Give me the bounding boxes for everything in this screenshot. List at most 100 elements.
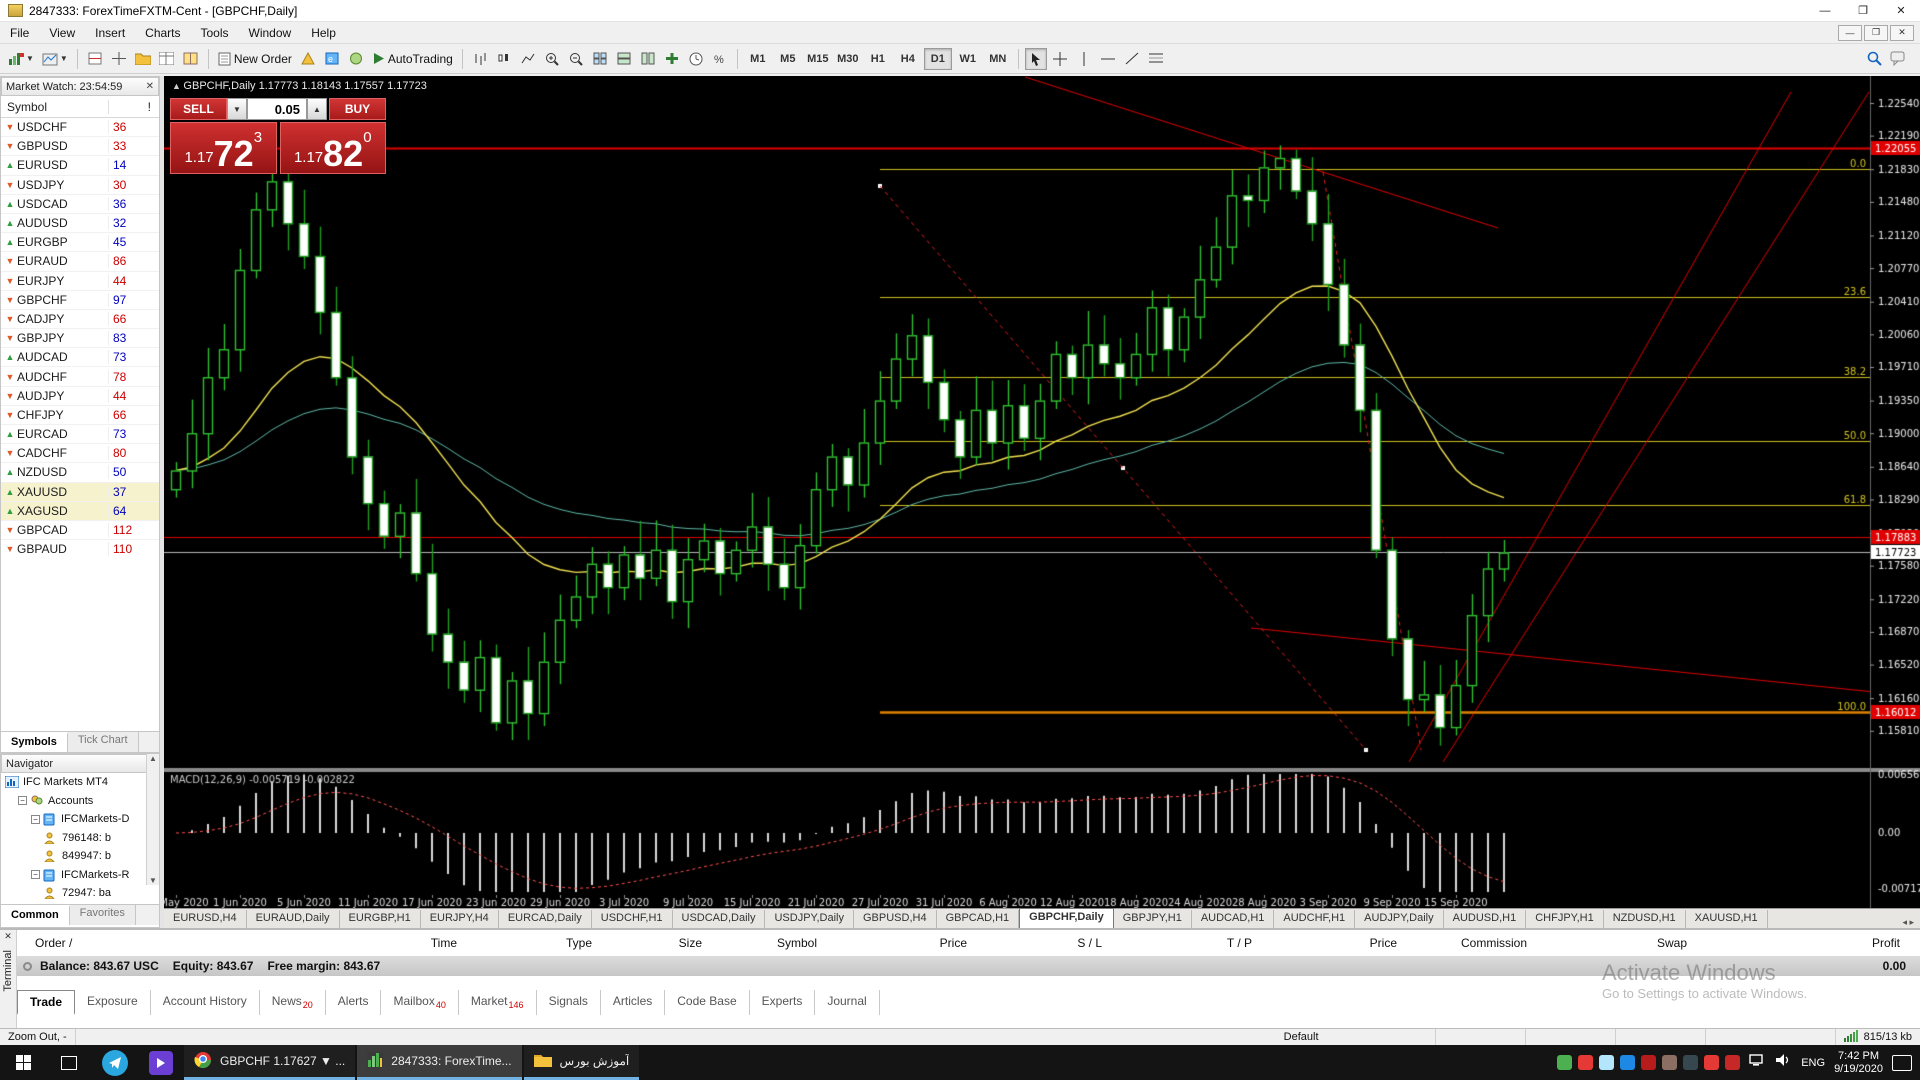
market-watch-row-xagusd[interactable]: ▲ XAGUSD 64 (1, 501, 159, 521)
chart-tab-usdcad-daily[interactable]: USDCAD,Daily (672, 910, 766, 928)
timeframe-m30-button[interactable]: M30 (834, 48, 862, 70)
crosshair-pointer-icon[interactable] (108, 48, 130, 70)
timeframe-h1-button[interactable]: H1 (864, 48, 892, 70)
price-chart-canvas[interactable] (164, 76, 1920, 908)
navigator-book-icon[interactable] (180, 48, 202, 70)
start-button[interactable] (0, 1045, 46, 1080)
chart-tab-gbpjpy-h1[interactable]: GBPJPY,H1 (1113, 910, 1192, 928)
tray-icon-7[interactable] (1683, 1055, 1699, 1070)
volume-icon[interactable] (1776, 1053, 1792, 1072)
crosshair-tool-button[interactable] (1049, 48, 1071, 70)
child-restore-button[interactable]: ❐ (1864, 24, 1888, 41)
arrange-v-icon[interactable] (637, 48, 659, 70)
horizontal-line-tool-button[interactable] (1097, 48, 1119, 70)
market-watch-row-audjpy[interactable]: ▼ AUDJPY 44 (1, 387, 159, 406)
taskbar-folder-button[interactable]: آموزش بورس (523, 1045, 640, 1080)
column-spread[interactable]: ! (109, 100, 159, 114)
tree-collapse-icon[interactable]: − (18, 796, 27, 806)
chart-tab-xauusd-h1[interactable]: XAUUSD,H1 (1685, 910, 1768, 928)
market-watch-row-usdchf[interactable]: ▼ USDCHF 36 (1, 118, 159, 138)
new-order-icon[interactable]: New Order (215, 48, 295, 70)
vertical-line-tool-button[interactable] (1073, 48, 1095, 70)
menu-item-charts[interactable]: Charts (135, 24, 190, 42)
volume-decrease-button[interactable]: ▼ (227, 98, 247, 120)
terminal-column-type[interactable]: Type (467, 936, 602, 950)
chart-tab-usdjpy-daily[interactable]: USDJPY,Daily (765, 910, 854, 928)
navigator-tab-favorites[interactable]: Favorites (69, 905, 136, 925)
line-chart-icon[interactable] (517, 48, 539, 70)
market-watch-row-audusd[interactable]: ▲ AUDUSD 32 (1, 214, 159, 234)
terminal-column-swap[interactable]: Swap (1537, 936, 1697, 950)
terminal-column-commission[interactable]: Commission (1407, 936, 1537, 950)
terminal-column-price[interactable]: Price (827, 936, 977, 950)
menu-item-view[interactable]: View (39, 24, 85, 42)
timeframe-d1-button[interactable]: D1 (923, 47, 952, 70)
chart-tab-eurcad-daily[interactable]: EURCAD,Daily (498, 910, 592, 928)
market-watch-row-eurjpy[interactable]: ▼ EURJPY 44 (1, 272, 159, 291)
menu-item-help[interactable]: Help (301, 24, 346, 42)
media-player-icon[interactable] (138, 1045, 184, 1080)
menu-item-insert[interactable]: Insert (85, 24, 135, 42)
market-watch-tab-symbols[interactable]: Symbols (1, 732, 68, 752)
market-watch-row-cadchf[interactable]: ▼ CADCHF 80 (1, 444, 159, 464)
taskbar-mt4-button[interactable]: 2847333: ForexTime... (357, 1045, 522, 1080)
market-watch-close-icon[interactable]: ✕ (146, 81, 154, 92)
tray-icon-3[interactable] (1599, 1055, 1615, 1070)
tree-collapse-icon[interactable]: − (31, 870, 40, 880)
arrange-h-icon[interactable] (613, 48, 635, 70)
bar-chart-icon[interactable] (469, 48, 491, 70)
tray-icon-9[interactable] (1725, 1055, 1741, 1070)
terminal-tab-articles[interactable]: Articles (601, 990, 666, 1015)
terminal-tab-experts[interactable]: Experts (750, 990, 816, 1015)
buy-button[interactable]: BUY (329, 98, 386, 120)
terminal-column-order[interactable]: Order / (17, 936, 347, 950)
chart-tab-chfjpy-h1[interactable]: CHFJPY,H1 (1526, 910, 1604, 928)
metaeditor-icon[interactable]: e (321, 48, 343, 70)
chart-tab-eurjpy-h4[interactable]: EURJPY,H4 (420, 910, 499, 928)
close-button[interactable]: ✕ (1882, 0, 1920, 22)
status-profile[interactable]: Default (1276, 1029, 1436, 1045)
language-indicator[interactable]: ENG (1801, 1057, 1825, 1069)
action-center-icon[interactable] (1892, 1054, 1912, 1071)
navigator-item-849947-b[interactable]: 849947: b (1, 847, 159, 866)
market-watch-row-eurgbp[interactable]: ▲ EURGBP 45 (1, 233, 159, 253)
templates-icon[interactable]: % (709, 48, 731, 70)
candle-chart-icon[interactable] (493, 48, 515, 70)
terminal-tab-signals[interactable]: Signals (537, 990, 601, 1015)
market-watch-folder-icon[interactable] (132, 48, 154, 70)
chart-tab-euraud-daily[interactable]: EURAUD,Daily (246, 910, 340, 928)
navigator-item-accounts[interactable]: − Accounts (1, 792, 159, 811)
chart-tab-eurusd-h4[interactable]: EURUSD,H4 (164, 910, 247, 928)
tray-icon-4[interactable] (1620, 1055, 1636, 1070)
terminal-column-time[interactable]: Time (347, 936, 467, 950)
menu-item-window[interactable]: Window (239, 24, 302, 42)
market-watch-row-gbpusd[interactable]: ▼ GBPUSD 33 (1, 137, 159, 157)
search-chat-button[interactable] (1887, 48, 1909, 70)
chart-tab-audcad-h1[interactable]: AUDCAD,H1 (1191, 910, 1275, 928)
volume-input[interactable]: 0.05 (247, 98, 307, 120)
market-watch-row-xauusd[interactable]: ▲ XAUUSD 37 (1, 482, 159, 502)
child-minimize-button[interactable]: — (1838, 24, 1862, 41)
navigator-item-ifc-markets-mt4[interactable]: IFC Markets MT4 (1, 773, 159, 792)
chart-tab-nzdusd-h1[interactable]: NZDUSD,H1 (1603, 910, 1686, 928)
terminal-tab-alerts[interactable]: Alerts (326, 990, 382, 1015)
minimize-button[interactable]: — (1806, 0, 1844, 22)
column-symbol[interactable]: Symbol (1, 99, 109, 114)
terminal-tab-trade[interactable]: Trade (17, 990, 76, 1015)
timeframe-h4-button[interactable]: H4 (894, 48, 922, 70)
search-button[interactable] (1863, 48, 1885, 70)
new-chart-icon[interactable]: ▼ (5, 48, 37, 70)
timeframe-m15-button[interactable]: M15 (804, 48, 832, 70)
buy-price-box[interactable]: 1.17 82 0 (279, 122, 386, 174)
market-watch-row-euraud[interactable]: ▼ EURAUD 86 (1, 252, 159, 272)
timeframe-mn-button[interactable]: MN (984, 48, 1012, 70)
market-watch-row-usdcad[interactable]: ▲ USDCAD 36 (1, 195, 159, 214)
tray-icon-2[interactable] (1578, 1055, 1594, 1070)
tray-icon-6[interactable] (1662, 1055, 1678, 1070)
terminal-column-price[interactable]: Price (1262, 936, 1407, 950)
market-watch-tab-tick-chart[interactable]: Tick Chart (67, 732, 139, 752)
indicators-add-icon[interactable] (661, 48, 683, 70)
market-watch-row-eurusd[interactable]: ▲ EURUSD 14 (1, 156, 159, 176)
terminal-tab-market[interactable]: Market146 (459, 990, 537, 1015)
terminal-tab-code-base[interactable]: Code Base (665, 990, 750, 1015)
